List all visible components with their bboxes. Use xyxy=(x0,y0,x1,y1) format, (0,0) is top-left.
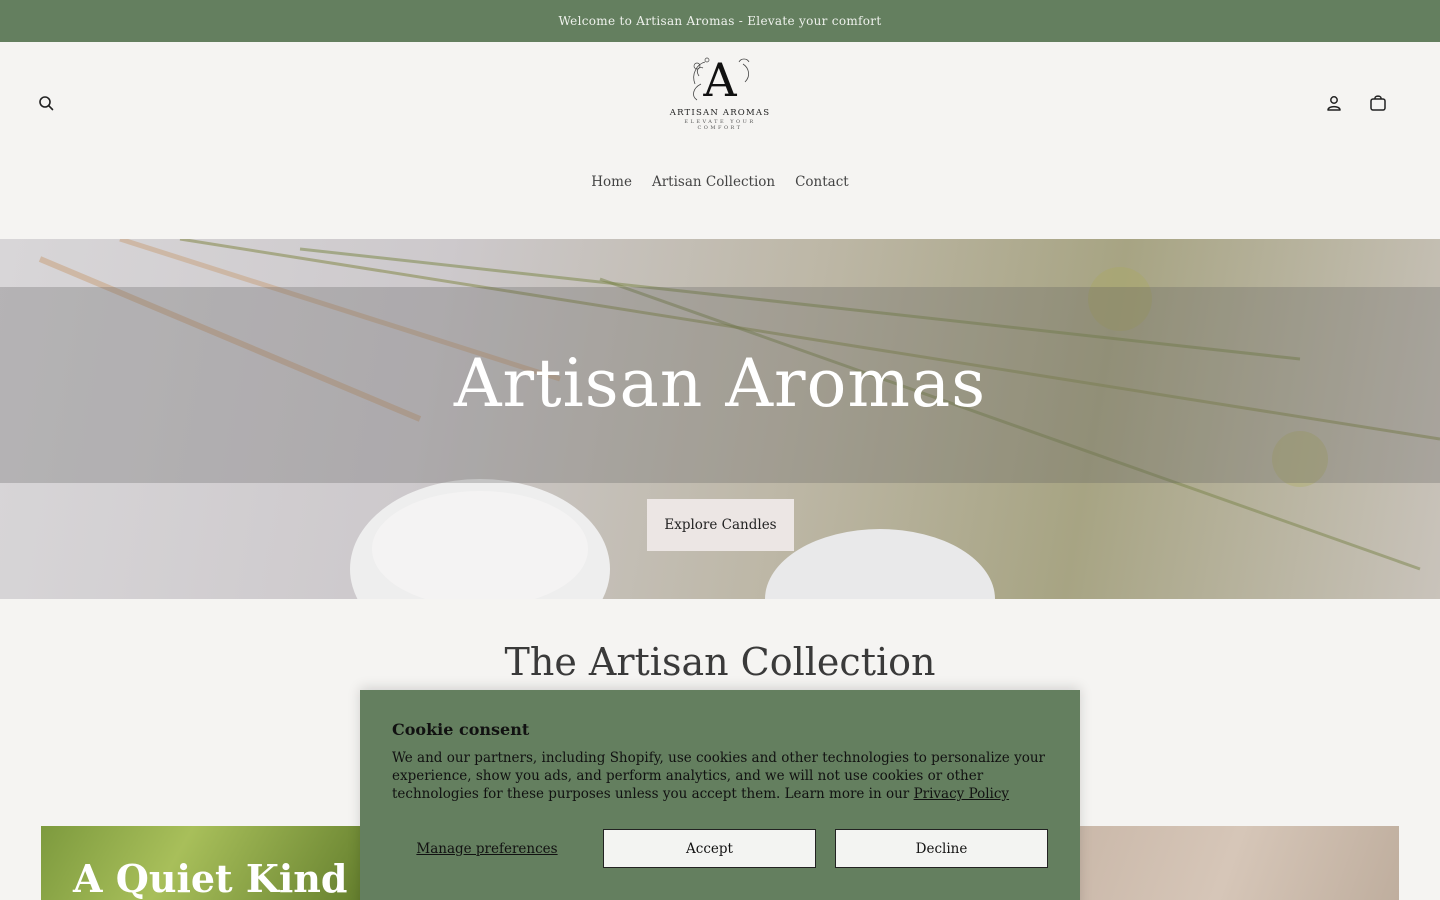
collection-card-image[interactable] xyxy=(1060,826,1399,900)
nav-item-home[interactable]: Home xyxy=(591,174,632,190)
hero-banner: Artisan Aromas Explore Candles xyxy=(0,239,1440,599)
privacy-policy-link[interactable]: Privacy Policy xyxy=(914,786,1010,802)
decline-button[interactable]: Decline xyxy=(835,829,1048,868)
cookie-body: We and our partners, including Shopify, … xyxy=(392,749,1048,803)
nav-item-artisan-collection[interactable]: Artisan Collection xyxy=(652,174,775,190)
announcement-text: Welcome to Artisan Aromas - Elevate your… xyxy=(558,14,882,28)
cookie-title: Cookie consent xyxy=(392,720,530,739)
accept-button[interactable]: Accept xyxy=(603,829,816,868)
hero-title: Artisan Aromas xyxy=(453,345,987,422)
site-header: A ARTISAN AROMAS ELEVATE YOUR COMFORT Ho… xyxy=(0,42,1440,239)
explore-candles-button[interactable]: Explore Candles xyxy=(647,499,794,551)
cookie-actions: Manage preferences Accept Decline xyxy=(392,829,1048,869)
cookie-consent-dialog: Cookie consent We and our partners, incl… xyxy=(360,690,1080,900)
manage-preferences-button[interactable]: Manage preferences xyxy=(392,829,582,868)
logo-tagline: ELEVATE YOUR COMFORT xyxy=(684,119,756,131)
logo-mark: A xyxy=(703,53,737,107)
announcement-bar: Welcome to Artisan Aromas - Elevate your… xyxy=(0,0,1440,42)
bag-icon[interactable] xyxy=(1368,93,1388,113)
collection-card[interactable]: A Quiet Kind of xyxy=(41,826,381,900)
user-icon[interactable] xyxy=(1324,93,1344,113)
collection-title: The Artisan Collection xyxy=(504,640,936,684)
logo[interactable]: A ARTISAN AROMAS ELEVATE YOUR COMFORT xyxy=(665,54,775,138)
search-icon[interactable] xyxy=(36,93,56,113)
main-nav: Home Artisan Collection Contact xyxy=(0,174,1440,190)
collection-card-title: A Quiet Kind of xyxy=(73,856,381,900)
nav-item-contact[interactable]: Contact xyxy=(795,174,849,190)
